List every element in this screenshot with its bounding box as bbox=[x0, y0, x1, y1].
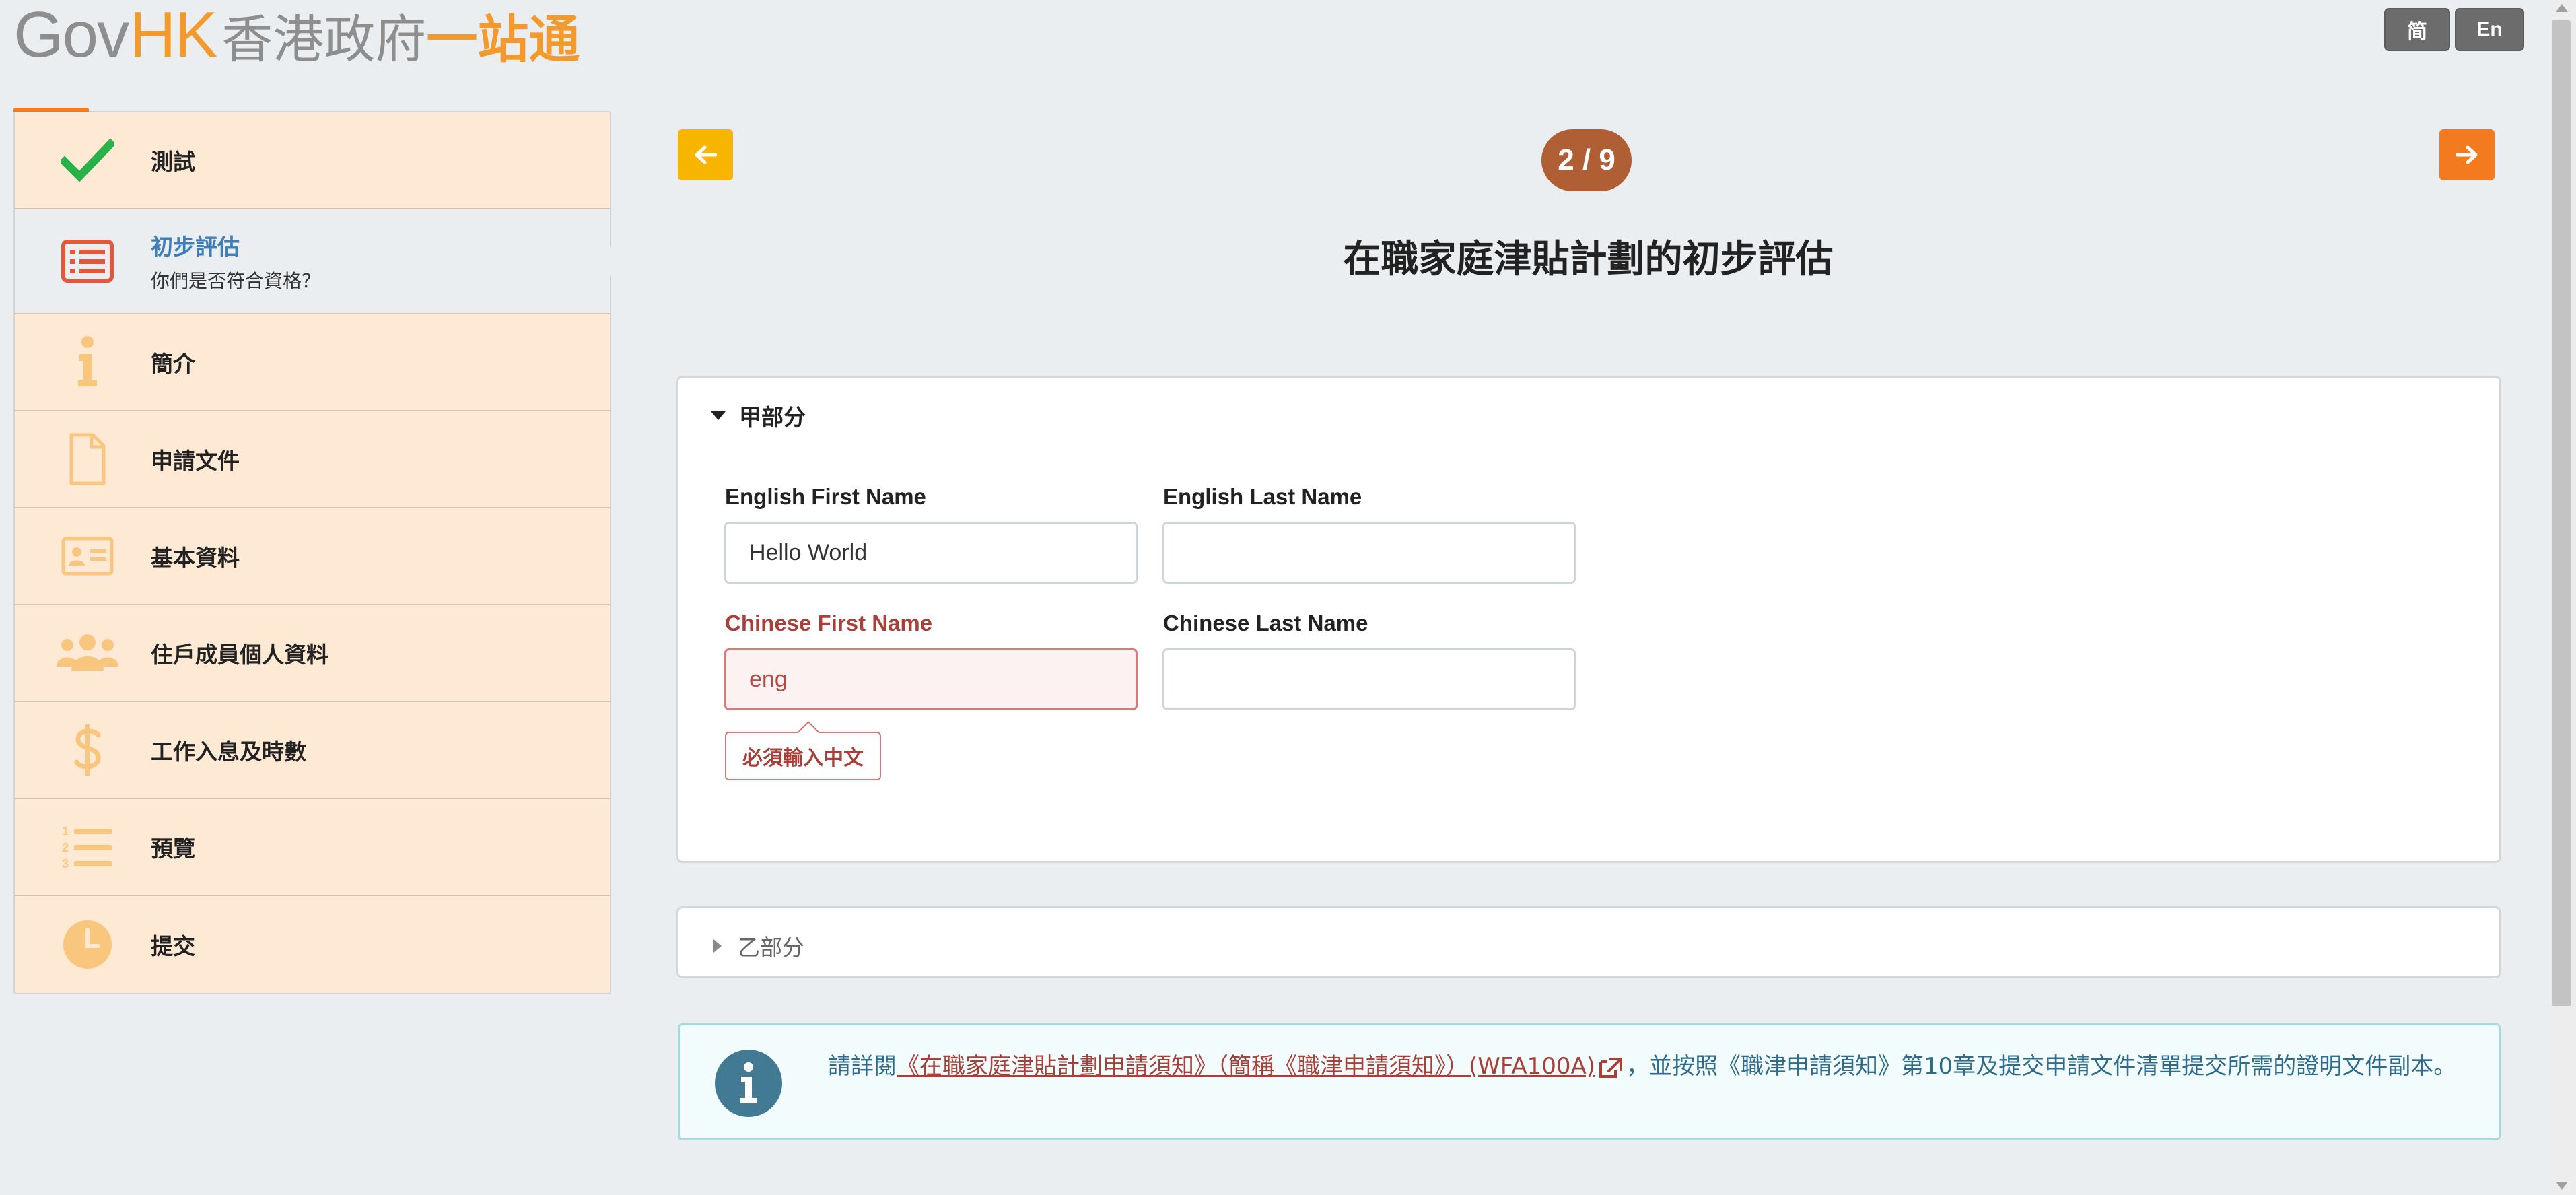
scrollbar-thumb[interactable] bbox=[2552, 20, 2571, 1006]
sidebar-item-label: 初步評估 bbox=[151, 234, 240, 260]
external-link-icon[interactable] bbox=[1598, 1056, 1624, 1079]
sidebar-item-label: 工作入息及時數 bbox=[151, 739, 306, 765]
chinese-last-name-input[interactable] bbox=[1162, 648, 1576, 710]
sidebar-item-label: 測試 bbox=[151, 149, 195, 175]
logo-chinese-text: 香港政府 bbox=[221, 9, 427, 69]
sidebar-item-label: 申請文件 bbox=[151, 448, 240, 474]
section-a-title: 甲部分 bbox=[739, 404, 806, 430]
info-prefix: 請詳閱 bbox=[828, 1053, 897, 1080]
numbered-list-icon: 1 2 3 bbox=[54, 820, 121, 874]
chinese-first-name-label: Chinese First Name bbox=[725, 611, 933, 636]
sidebar-item-basic-info[interactable]: 基本資料 bbox=[15, 508, 610, 605]
govhk-logo[interactable]: Gov HK 香港政府 一站通 bbox=[13, 0, 580, 71]
svg-text:1: 1 bbox=[62, 825, 69, 838]
english-first-name-input[interactable] bbox=[724, 522, 1138, 584]
scroll-down-icon[interactable] bbox=[2556, 1182, 2568, 1190]
section-b-toggle[interactable]: 乙部分 bbox=[711, 930, 804, 962]
sidebar-item-label: 基本資料 bbox=[151, 545, 240, 571]
sidebar-item-introduction[interactable]: 簡介 bbox=[15, 314, 610, 411]
info-icon bbox=[54, 335, 121, 389]
scroll-up-icon[interactable] bbox=[2556, 4, 2568, 12]
english-last-name-input[interactable] bbox=[1162, 522, 1576, 584]
validation-error-tooltip: 必須輸入中文 bbox=[725, 732, 881, 780]
simplified-chinese-button[interactable]: 简 bbox=[2384, 8, 2450, 51]
chinese-first-name-input[interactable] bbox=[724, 648, 1138, 710]
arrow-right-icon bbox=[2456, 145, 2478, 164]
sidebar-accent-bar bbox=[13, 108, 89, 112]
list-icon bbox=[54, 234, 121, 288]
chinese-last-name-label: Chinese Last Name bbox=[1163, 611, 1368, 636]
step-sidebar: 測試 初步評估 你們是否符合資格？ 簡介 申請文件 基本資料 住戶成員個人資料 … bbox=[13, 108, 625, 994]
sidebar-item-sublabel: 你們是否符合資格？ bbox=[151, 270, 321, 292]
english-button[interactable]: En bbox=[2455, 8, 2524, 51]
previous-step-button[interactable] bbox=[678, 129, 733, 180]
id-card-icon bbox=[54, 529, 121, 583]
step-counter-badge: 2 / 9 bbox=[1541, 129, 1632, 191]
page-title: 在職家庭津貼計劃的初步評估 bbox=[1343, 238, 1834, 281]
english-last-name-label: English Last Name bbox=[1163, 484, 1362, 509]
section-b-panel[interactable]: 乙部分 bbox=[676, 906, 2501, 978]
info-suffix: ，並按照《職津申請須知》第10章及提交申請文件清單提交所需的證明文件副本。 bbox=[1626, 1053, 2457, 1080]
info-circle-icon bbox=[715, 1050, 782, 1117]
caret-right-icon bbox=[713, 939, 722, 953]
section-a-panel: 甲部分 bbox=[676, 376, 2501, 863]
sidebar-item-documents[interactable]: 申請文件 bbox=[15, 411, 610, 508]
section-b-title: 乙部分 bbox=[738, 934, 804, 961]
sidebar-item-label: 提交 bbox=[151, 933, 195, 959]
next-step-button[interactable] bbox=[2439, 129, 2495, 180]
svg-text:3: 3 bbox=[62, 857, 69, 870]
sidebar-item-household-members[interactable]: 住戶成員個人資料 bbox=[15, 605, 610, 702]
page-scrollbar[interactable] bbox=[2548, 0, 2576, 1195]
logo-gov-text: Gov bbox=[13, 0, 129, 71]
caret-down-icon bbox=[711, 411, 726, 420]
wfa100a-guide-link[interactable]: 《在職家庭津貼計劃申請須知》（簡稱《職津申請須知》）(WFA100A) bbox=[897, 1053, 1595, 1080]
sidebar-item-income-hours[interactable]: 工作入息及時數 bbox=[15, 702, 610, 799]
document-icon bbox=[54, 432, 121, 486]
sidebar-item-label: 住戶成員個人資料 bbox=[151, 642, 328, 668]
sidebar-item-preliminary-assessment[interactable]: 初步評估 你們是否符合資格？ bbox=[15, 209, 625, 314]
english-first-name-label: English First Name bbox=[725, 484, 926, 509]
sidebar-item-preview[interactable]: 1 2 3 預覽 bbox=[15, 799, 610, 896]
sidebar-item-test[interactable]: 測試 bbox=[15, 112, 610, 209]
sidebar-item-label: 預覽 bbox=[151, 835, 195, 862]
users-icon bbox=[54, 626, 121, 680]
dollar-icon bbox=[54, 723, 121, 777]
svg-text:2: 2 bbox=[62, 841, 69, 854]
logo-chinese-accent-text: 一站通 bbox=[426, 9, 580, 69]
sidebar-item-label: 簡介 bbox=[151, 351, 195, 377]
check-icon bbox=[54, 133, 121, 187]
arrow-left-icon bbox=[695, 145, 717, 164]
logo-hk-text: HK bbox=[129, 0, 217, 71]
section-a-toggle[interactable]: 甲部分 bbox=[711, 399, 806, 432]
info-notice-text: 請詳閱《在職家庭津貼計劃申請須知》（簡稱《職津申請須知》）(WFA100A) ，並… bbox=[828, 1050, 2457, 1083]
sidebar-item-submit[interactable]: 提交 bbox=[15, 896, 610, 993]
clock-icon bbox=[54, 918, 121, 971]
info-notice: 請詳閱《在職家庭津貼計劃申請須知》（簡稱《職津申請須知》）(WFA100A) ，並… bbox=[678, 1023, 2501, 1140]
